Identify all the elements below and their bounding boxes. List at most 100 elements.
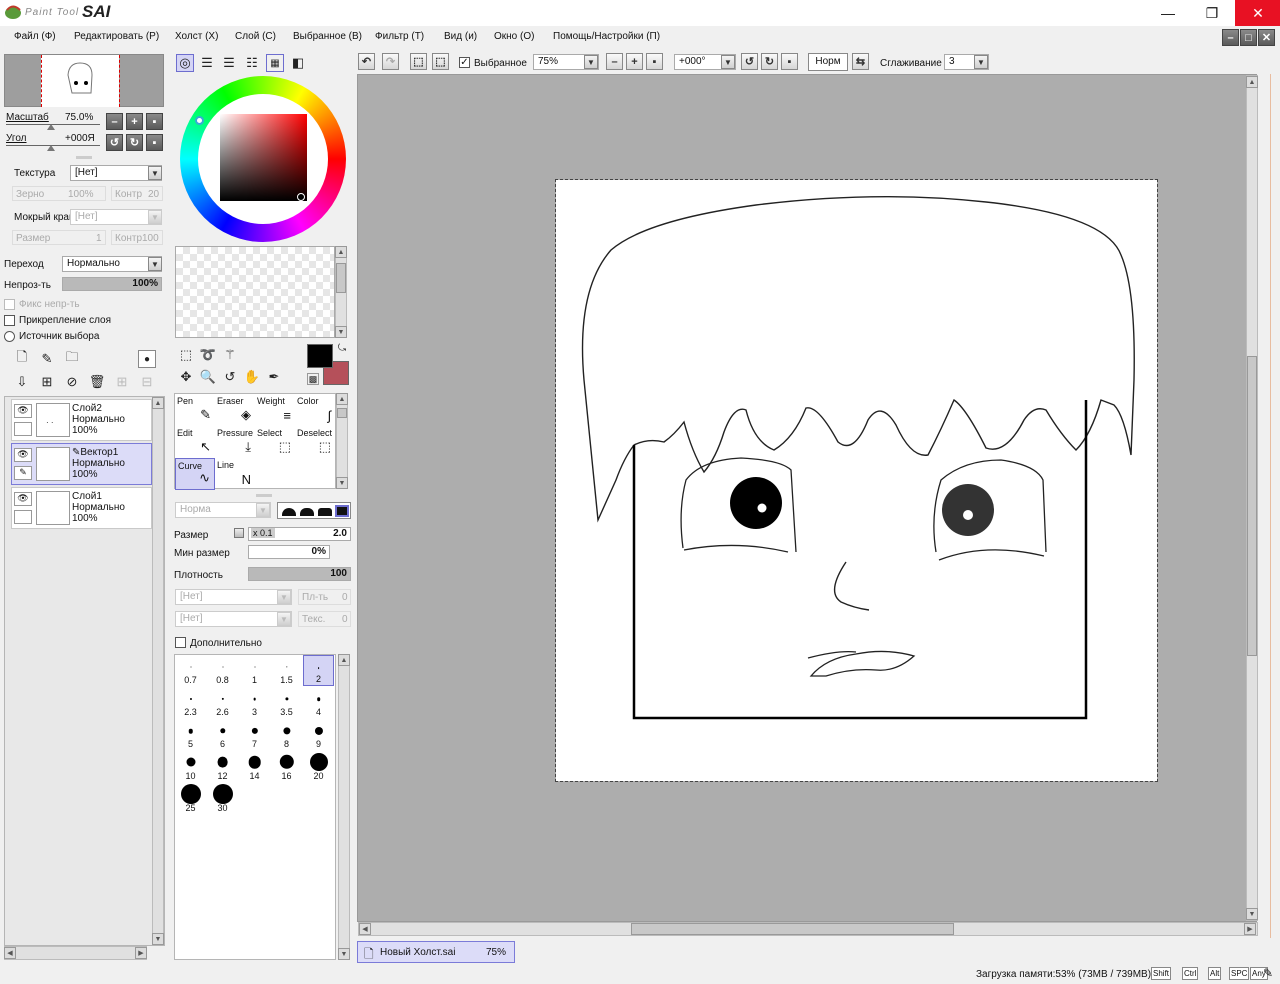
rotate-tool-icon[interactable]: ↺ xyxy=(221,368,239,386)
canvas-zoom-out-button[interactable]: – xyxy=(606,53,623,70)
clear-layer-icon[interactable]: ⊘ xyxy=(63,373,81,391)
flip-horizontal-icon[interactable]: ⇆ xyxy=(852,53,869,70)
magic-wand-icon[interactable]: ⚚ xyxy=(221,346,239,364)
hue-marker[interactable] xyxy=(195,116,204,125)
rotate-right-button[interactable]: ↻ xyxy=(126,134,143,151)
scroll-down-icon[interactable]: ▼ xyxy=(152,933,164,945)
brush-size-preset[interactable]: 3.5 xyxy=(271,687,302,718)
selection-source-checkbox[interactable] xyxy=(4,331,15,342)
pen-icon[interactable]: ✎ xyxy=(14,466,32,480)
brush-size-preset[interactable]: 2 xyxy=(303,655,334,686)
document-tab[interactable]: 🗋 Новый Холст.sai 75% xyxy=(357,941,515,963)
scroll-left-icon[interactable]: ◀ xyxy=(4,947,16,959)
tool-pressure[interactable]: Pressure ⤓ xyxy=(215,426,255,458)
color-wheel[interactable] xyxy=(180,76,346,242)
scroll-up-icon[interactable]: ▲ xyxy=(336,393,348,405)
merge-down-icon[interactable]: ⊞ xyxy=(38,373,56,391)
brush-size-preset[interactable]: 8 xyxy=(271,719,302,750)
brush-size-preset[interactable]: 0.7 xyxy=(175,655,206,686)
mdi-minimize-button[interactable]: – xyxy=(1222,29,1239,46)
eye-icon[interactable]: 👁 xyxy=(14,492,32,506)
zoom-tool-icon[interactable]: 🔍 xyxy=(199,368,217,386)
swap-colors-icon[interactable]: ⤿ xyxy=(335,341,349,355)
scroll-up-icon[interactable]: ▲ xyxy=(152,397,164,409)
menu-view[interactable]: Вид (и) xyxy=(444,31,477,42)
lock-icon[interactable] xyxy=(14,422,32,436)
min-size-slider[interactable]: 0% xyxy=(248,545,330,559)
scroll-down-icon[interactable]: ▼ xyxy=(335,326,347,338)
tool-eraser[interactable]: Eraser ◈ xyxy=(215,394,255,426)
saturation-value-square[interactable] xyxy=(220,114,307,201)
advanced-checkbox[interactable] xyxy=(175,637,186,648)
brush-size-preset[interactable]: 20 xyxy=(303,751,334,782)
apply-mask-icon[interactable]: ⊞ xyxy=(113,373,131,391)
hsv-slider-tab-icon[interactable]: ☰ xyxy=(220,54,238,72)
size-multiplier-toggle[interactable] xyxy=(234,528,244,538)
eye-icon[interactable]: 👁 xyxy=(14,448,32,462)
tool-weight[interactable]: Weight ≡ xyxy=(255,394,295,426)
canvas-vscroll-thumb[interactable] xyxy=(1247,356,1257,656)
panel-divider[interactable] xyxy=(76,156,92,159)
navigator-preview[interactable] xyxy=(4,54,164,107)
scroll-up-icon[interactable]: ▲ xyxy=(338,654,350,666)
scroll-right-icon[interactable]: ▶ xyxy=(1244,923,1256,935)
brush-texture-select[interactable]: [Нет] xyxy=(175,589,292,605)
brush-size-preset[interactable]: 6 xyxy=(207,719,238,750)
angle-slider-thumb[interactable] xyxy=(47,145,55,151)
brush-mode-dropdown-arrow[interactable]: ▼ xyxy=(256,503,270,517)
deselect-icon[interactable]: ⬚ xyxy=(410,53,427,70)
tool-grid-scrollbar[interactable]: ▲ ▼ xyxy=(336,393,348,489)
maximize-button[interactable]: ❐ xyxy=(1189,0,1235,26)
scratchpad-tab-icon[interactable]: ◧ xyxy=(289,54,307,72)
primary-color-swatch[interactable] xyxy=(307,344,333,368)
lasso-icon[interactable]: ➰ xyxy=(199,346,217,364)
wet-edge-dropdown-arrow[interactable]: ▼ xyxy=(148,210,162,224)
canvas-rotate-right-button[interactable]: ↻ xyxy=(761,53,778,70)
eye-icon[interactable]: 👁 xyxy=(14,404,32,418)
canvas-viewport[interactable]: ▲ ▼ xyxy=(357,74,1258,922)
brush-size-preset[interactable]: 16 xyxy=(271,751,302,782)
menu-layer[interactable]: Слой (С) xyxy=(235,31,276,42)
view-mode-button[interactable]: Норм xyxy=(808,53,848,71)
blend-mode-dropdown-arrow[interactable]: ▼ xyxy=(148,257,162,271)
layer-list-hscrollbar[interactable]: ◀ ▶ xyxy=(4,946,147,960)
brush-size-preset[interactable]: 10 xyxy=(175,751,206,782)
brush-texture2-select[interactable]: [Нет] xyxy=(175,611,292,627)
brush-size-preset[interactable]: 5 xyxy=(175,719,206,750)
panel-divider[interactable] xyxy=(256,494,272,497)
color-wheel-tab-icon[interactable]: ◎ xyxy=(176,54,194,72)
scroll-down-icon[interactable]: ▼ xyxy=(336,477,348,489)
canvas[interactable] xyxy=(555,179,1158,782)
scroll-down-icon[interactable]: ▼ xyxy=(1246,908,1258,920)
brush-size-preset[interactable]: 14 xyxy=(239,751,270,782)
menu-canvas[interactable]: Холст (Х) xyxy=(175,31,218,42)
canvas-vscrollbar[interactable]: ▲ ▼ xyxy=(1246,75,1258,921)
zoom-slider-thumb[interactable] xyxy=(47,124,55,130)
move-icon[interactable]: ✥ xyxy=(177,368,195,386)
minimize-button[interactable]: — xyxy=(1145,0,1191,26)
canvas-zoom-reset-button[interactable]: ▪ xyxy=(646,53,663,70)
scroll-up-icon[interactable]: ▲ xyxy=(1246,76,1258,88)
transfer-down-icon[interactable]: ⇩ xyxy=(13,373,31,391)
canvas-rotate-left-button[interactable]: ↺ xyxy=(741,53,758,70)
scroll-up-icon[interactable]: ▲ xyxy=(335,246,347,258)
tool-edit[interactable]: Edit ↖ xyxy=(175,426,215,458)
new-layer-icon[interactable]: 🗋 xyxy=(13,349,31,368)
zoom-reset-button[interactable]: ▪ xyxy=(146,113,163,130)
blend-mode-select[interactable]: Нормально xyxy=(62,256,162,272)
mdi-close-button[interactable]: ✕ xyxy=(1258,29,1275,46)
layer-item[interactable]: 👁 Слой1 Нормально 100% xyxy=(11,487,152,529)
brush-shape-soft-icon[interactable] xyxy=(282,508,296,516)
scroll-left-icon[interactable]: ◀ xyxy=(359,923,371,935)
canvas-angle-dropdown-arrow[interactable]: ▼ xyxy=(721,55,735,69)
layer-list-scrollbar[interactable]: ▲ ▼ xyxy=(152,397,164,945)
scroll-down-icon[interactable]: ▼ xyxy=(338,948,350,960)
rgb-slider-tab-icon[interactable]: ☰ xyxy=(198,54,216,72)
menu-filter[interactable]: Фильтр (Т) xyxy=(375,31,424,42)
scroll-right-icon[interactable]: ▶ xyxy=(135,947,147,959)
menu-help[interactable]: Помощь/Настройки (П) xyxy=(553,31,660,42)
canvas-zoom-dropdown-arrow[interactable]: ▼ xyxy=(584,55,598,69)
brush-size-preset[interactable]: 30 xyxy=(207,783,238,814)
new-folder-icon[interactable]: 🗀 xyxy=(63,349,81,368)
layer-item[interactable]: 👁 · · Слой2 Нормально 100% xyxy=(11,399,152,441)
